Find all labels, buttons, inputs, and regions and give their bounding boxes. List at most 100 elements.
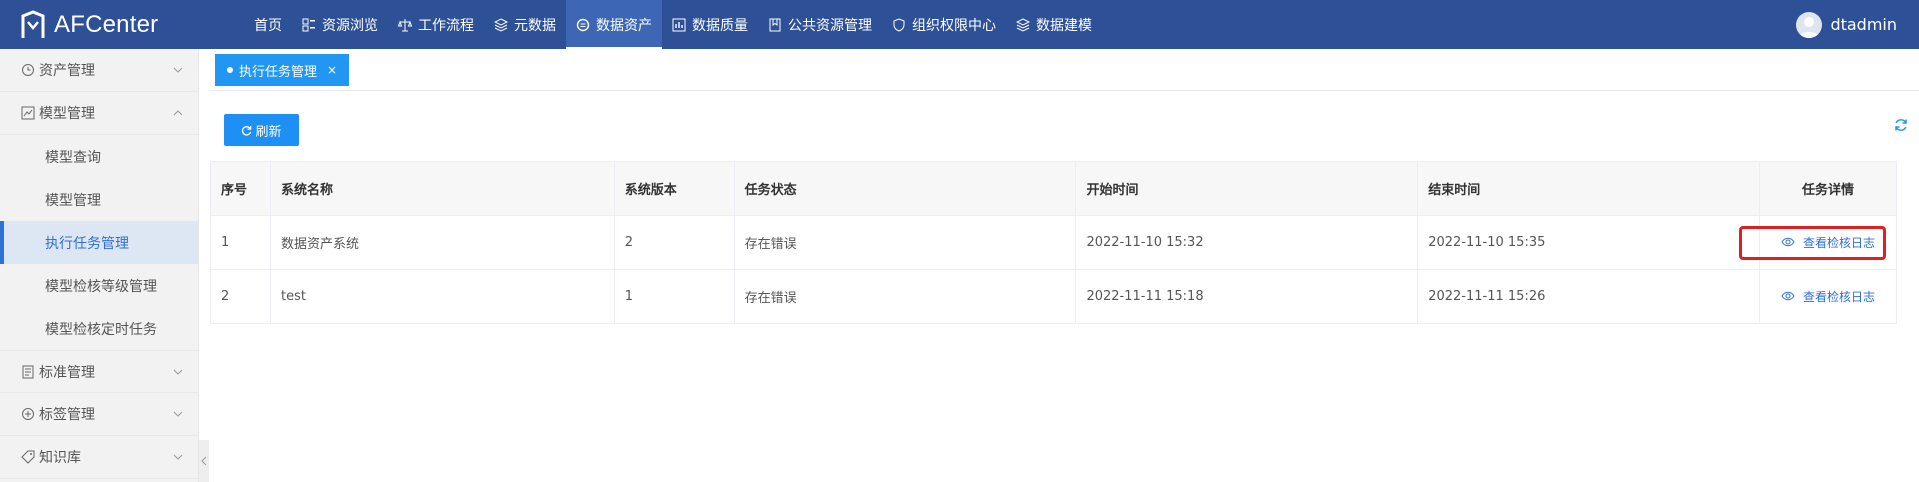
sidebar-collapse-handle[interactable] [199, 440, 209, 482]
sidebar-item-task-management[interactable]: 执行任务管理 [0, 221, 198, 264]
sidebar-group-asset-management[interactable]: 资产管理 [0, 49, 198, 92]
nav-resource-browse[interactable]: 资源浏览 [292, 0, 388, 49]
nav-data-modeling[interactable]: 数据建模 [1006, 0, 1102, 49]
chevron-down-icon [173, 67, 183, 73]
shield-icon [893, 17, 905, 32]
sidebar-group-label: 标准管理 [39, 364, 95, 381]
nav-metadata[interactable]: 元数据 [484, 0, 566, 49]
cell-start-time: 2022-11-11 15:18 [1075, 269, 1419, 324]
layers-icon [1016, 17, 1030, 32]
nav-label: 数据建模 [1036, 17, 1092, 34]
scale-icon [398, 18, 412, 31]
sidebar-item-check-level-management[interactable]: 模型检核等级管理 [0, 264, 198, 307]
table-row: 1 数据资产系统 2 存在错误 2022-11-10 15:32 2022-11… [210, 215, 1897, 270]
nav-data-quality[interactable]: 数据质量 [662, 0, 758, 49]
sidebar-item-scheduled-check[interactable]: 模型检核定时任务 [0, 307, 198, 350]
layers-icon [494, 17, 508, 32]
nav-label: 首页 [254, 17, 282, 34]
reload-icon[interactable] [1894, 118, 1908, 132]
nav-home[interactable]: 首页 [244, 0, 292, 49]
chevron-up-icon [173, 110, 183, 116]
cell-system-name: test [269, 269, 615, 324]
column-header: 系统版本 [613, 161, 735, 216]
cell-index: 2 [210, 269, 271, 324]
chevron-down-icon [173, 454, 183, 460]
nav-public-resources[interactable]: 公共资源管理 [758, 0, 882, 49]
column-header: 开始时间 [1075, 161, 1419, 216]
user-menu[interactable]: dtadmin [1796, 0, 1897, 49]
clock-icon [22, 64, 34, 76]
brand[interactable]: AFCenter [0, 0, 244, 49]
refresh-label: 刷新 [255, 124, 282, 140]
column-header: 任务状态 [733, 161, 1077, 216]
nav-org-permissions[interactable]: 组织权限中心 [882, 0, 1006, 49]
tab-bar: 执行任务管理 × [210, 49, 1919, 91]
nav-label: 工作流程 [418, 17, 474, 34]
task-table: 序号 系统名称 系统版本 任务状态 开始时间 结束时间 任务详情 1 数据资产系… [210, 161, 1897, 324]
nav-label: 数据资产 [596, 17, 652, 34]
column-header: 序号 [210, 161, 271, 216]
nav-label: 公共资源管理 [788, 17, 872, 34]
active-dot-icon [227, 67, 233, 73]
tab-task-management[interactable]: 执行任务管理 × [215, 54, 350, 86]
view-check-log-link[interactable]: 查看检核日志 [1781, 288, 1875, 305]
sidebar-group-knowledge-base[interactable]: 知识库 [0, 436, 198, 479]
cell-system-name: 数据资产系统 [269, 215, 615, 270]
eye-icon [1781, 292, 1795, 301]
cell-version: 2 [613, 215, 735, 270]
refresh-button[interactable]: 刷新 [224, 114, 299, 146]
chart-icon [21, 106, 35, 120]
sidebar-group-label: 标签管理 [39, 407, 95, 423]
table-header-row: 序号 系统名称 系统版本 任务状态 开始时间 结束时间 任务详情 [210, 161, 1897, 216]
top-header: AFCenter 首页 资源浏览 工作流程 元数据 数据资产 数据质量 公共资源… [0, 0, 1919, 49]
cell-status: 存在错误 [733, 215, 1077, 270]
column-header: 结束时间 [1417, 161, 1760, 216]
sidebar-group-label: 资产管理 [39, 63, 95, 79]
cell-status: 存在错误 [733, 269, 1077, 324]
cell-detail: 查看检核日志 [1759, 269, 1897, 324]
tag-icon [21, 450, 35, 464]
sidebar-group-tag-management[interactable]: 标签管理 [0, 393, 198, 436]
nav-data-assets[interactable]: 数据资产 [566, 0, 662, 49]
nav-label: 数据质量 [692, 17, 748, 34]
bar-chart-icon [672, 18, 686, 31]
app-name: AFCenter [54, 10, 159, 38]
sidebar-group-label: 知识库 [39, 450, 81, 466]
refresh-icon [242, 125, 252, 136]
avatar [1796, 11, 1823, 38]
close-icon[interactable]: × [327, 63, 337, 77]
grid-icon [302, 18, 315, 31]
chevron-down-icon [173, 411, 183, 417]
cell-end-time: 2022-11-10 15:35 [1417, 215, 1760, 270]
sidebar-group-model-management[interactable]: 模型管理 [0, 92, 198, 135]
sidebar-group-label: 模型管理 [39, 106, 95, 122]
sidebar-item-model-query[interactable]: 模型查询 [0, 135, 198, 178]
plus-circle-icon [22, 408, 34, 420]
nav-workflow[interactable]: 工作流程 [388, 0, 484, 49]
column-header: 任务详情 [1759, 161, 1897, 216]
sidebar-group-standard-management[interactable]: 标准管理 [0, 350, 198, 393]
chevron-down-icon [173, 369, 183, 375]
logo-icon [21, 9, 45, 38]
cell-start-time: 2022-11-10 15:32 [1075, 215, 1419, 270]
highlight-box [1739, 226, 1886, 260]
cell-index: 1 [210, 215, 271, 270]
username: dtadmin [1830, 15, 1897, 34]
cell-version: 1 [613, 269, 735, 324]
user-icon [1799, 16, 1820, 38]
tab-label: 执行任务管理 [239, 64, 318, 80]
sidebar: 资产管理 模型管理 模型查询 模型管理 执行任务管理 模型检核等级管理 模型检核… [0, 49, 199, 482]
nav-label: 元数据 [514, 17, 556, 34]
column-header: 系统名称 [269, 161, 615, 216]
nav-label: 资源浏览 [322, 17, 378, 34]
coin-icon [576, 18, 590, 31]
table-row: 2 test 1 存在错误 2022-11-11 15:18 2022-11-1… [210, 269, 1897, 324]
document-icon [22, 365, 34, 378]
sidebar-item-model-management[interactable]: 模型管理 [0, 178, 198, 221]
chevron-left-icon [201, 456, 207, 466]
nav-label: 组织权限中心 [912, 17, 996, 34]
book-icon [769, 18, 781, 31]
link-label: 查看检核日志 [1802, 289, 1875, 304]
cell-end-time: 2022-11-11 15:26 [1417, 269, 1760, 324]
main-nav: 首页 资源浏览 工作流程 元数据 数据资产 数据质量 公共资源管理 组织权限中心… [244, 0, 1102, 49]
